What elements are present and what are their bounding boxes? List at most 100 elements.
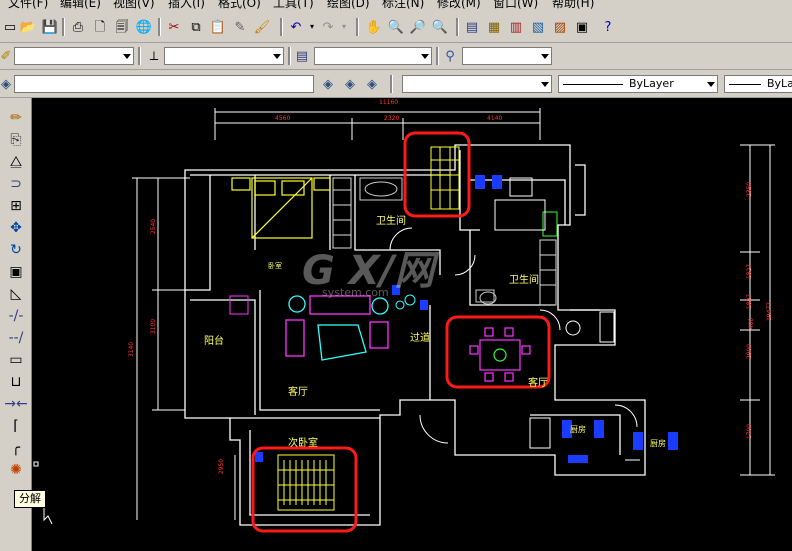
dim-style-combo[interactable] [164,47,284,65]
menu-edit[interactable]: 编辑(E) [60,0,101,10]
multileader-style-icon[interactable]: ⚲ [440,46,460,66]
brush-icon[interactable]: 🖌 [252,17,272,37]
toolbar-separator [158,18,161,36]
mirror-icon[interactable]: ⧋ [6,152,26,171]
chamfer-icon[interactable]: ⌈ [6,416,26,435]
menu-modify[interactable]: 修改(M) [437,0,481,10]
explode-icon[interactable]: ✺ [6,460,26,479]
table-style-icon[interactable]: ▤ [292,46,312,66]
toolbar-separator [138,47,141,65]
menu-draw[interactable]: 绘图(D) [327,0,370,10]
dim-right-3: 2900 [746,343,754,360]
extend-icon[interactable]: --/ [6,328,26,347]
room-label-dining: 客厅 [528,378,548,389]
text-style-combo[interactable] [14,47,134,65]
linetype-combo[interactable]: ByLayer [558,75,718,93]
layers-toolbar: ◈ ◈ ◈ ◈ ByLayer ByLa [0,70,792,98]
scale-icon[interactable]: ▣ [6,262,26,281]
publish-icon[interactable]: 🗐 [112,17,132,37]
markup-icon[interactable]: ▨ [550,17,570,37]
design-center-icon[interactable]: ▦ [484,17,504,37]
properties-icon[interactable]: ▤ [462,17,482,37]
menu-format[interactable]: 格式(O) [218,0,261,10]
dim-right-5: 400 [748,317,756,330]
trim-icon[interactable]: -/- [6,306,26,325]
toolbar-separator [280,18,283,36]
menu-help[interactable]: 帮助(H) [552,0,594,10]
toolbar-separator [390,75,393,93]
styles-toolbar: ✐ ⟂ ▤ ⚲ [0,43,792,70]
menu-tools[interactable]: 工具(T) [273,0,314,10]
lineweight-label: ByLa [767,77,792,90]
room-label-kitchen-2: 厨房 [650,439,666,448]
sheet-set-icon[interactable]: ▧ [528,17,548,37]
menu-dimension[interactable]: 标注(N) [382,0,424,10]
kitchen-counters [494,177,640,461]
menu-view[interactable]: 视图(V) [113,0,155,10]
help-icon[interactable]: ? [598,17,618,37]
layer-previous-icon[interactable]: ◈ [340,74,360,94]
copy-object-icon[interactable]: ⎘ [6,130,26,149]
room-label-bedroom: 卧室 [268,262,282,270]
copy-icon[interactable]: ⧉ [186,17,206,37]
dim-right-total: 19477 [766,301,774,322]
tooltip: 分解 [14,490,46,508]
menu-file[interactable]: 文件(F) [8,0,48,10]
pan-icon[interactable]: ✋ [364,17,384,37]
standard-toolbar: ▭ 📂 💾 ⎙ 🗋 🗐 🌐 ✂ ⧉ 📋 ✎ 🖌 ↶ ▾ ↷ ▾ ✋ 🔍 🔎 🔍 … [0,12,792,43]
paste-icon[interactable]: 📋 [208,17,228,37]
dining-table [469,327,531,382]
dim-left-3: 3140 [128,341,136,358]
room-label-corridor: 过道 [410,333,430,344]
cut-icon[interactable]: ✂ [164,17,184,37]
menu-window[interactable]: 窗口(W) [493,0,538,10]
floor-plan [33,108,775,533]
save-icon[interactable]: 💾 [40,17,60,37]
lineweight-sample [729,83,761,85]
match-properties-icon[interactable]: ✎ [230,17,250,37]
living-room-sofa-set [285,295,389,361]
rotate-icon[interactable]: ↻ [6,240,26,259]
break-icon[interactable]: ⊔ [6,372,26,391]
break-at-point-icon[interactable]: ▭ [6,350,26,369]
array-icon[interactable]: ⊞ [6,196,26,215]
zoom-window-icon[interactable]: 🔎 [408,17,428,37]
color-combo[interactable] [402,75,552,93]
open-file-icon[interactable]: 📂 [18,17,38,37]
offset-icon[interactable]: ⊃ [6,174,26,193]
erase-icon[interactable]: ✏ [6,108,26,127]
linetype-label: ByLayer [629,77,674,90]
join-icon[interactable]: →← [4,394,27,413]
move-icon[interactable]: ✥ [6,218,26,237]
lineweight-combo[interactable]: ByLa [724,75,792,93]
linetype-sample [563,83,623,85]
menu-insert[interactable]: 插入(I) [168,0,205,10]
new-file-icon[interactable]: ▭ [0,17,20,37]
zoom-realtime-icon[interactable]: 🔍 [386,17,406,37]
make-current-icon[interactable]: ◈ [318,74,338,94]
multileader-style-combo[interactable] [462,47,552,65]
room-label-living: 客厅 [288,387,308,398]
toolbar-separator [456,18,459,36]
stretch-icon[interactable]: ◺ [6,284,26,303]
tool-palettes-icon[interactable]: ▥ [506,17,526,37]
master-bed [231,177,331,239]
dim-style-icon[interactable]: ⟂ [144,46,164,66]
dim-top-1: 4560 [275,115,291,122]
zoom-previous-icon[interactable]: 🔍 [430,17,450,37]
dim-top-3: 4140 [487,115,503,122]
fillet-icon[interactable]: ╭ [6,438,26,457]
print-icon[interactable]: ⎙ [68,17,88,37]
redo-dropdown-icon[interactable]: ▾ [334,17,354,37]
table-style-combo[interactable] [314,47,432,65]
dim-right-6: 1700 [746,423,754,440]
second-bedroom-bed [277,454,335,511]
print-preview-icon[interactable]: 🗋 [90,17,110,37]
toolbar-separator [436,47,439,65]
calculator-icon[interactable]: ▣ [572,17,592,37]
room-label-bathroom-2: 卫生间 [509,275,539,286]
layer-combo[interactable] [14,75,314,93]
layer-states-icon[interactable]: ◈ [362,74,382,94]
plot-icon[interactable]: 🌐 [134,17,154,37]
drawing-canvas[interactable]: 11160 4560 2320 4140 2540 3100 3140 2350… [32,98,792,551]
